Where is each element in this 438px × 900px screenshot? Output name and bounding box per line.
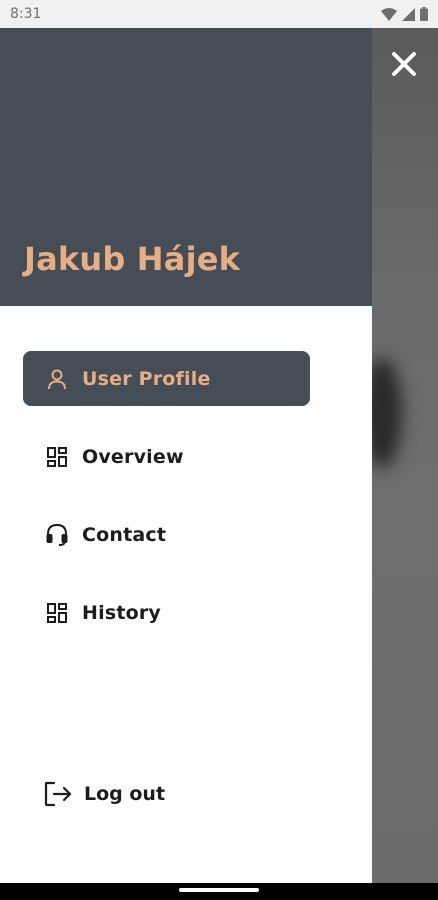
drawer-scrim[interactable] <box>372 28 438 883</box>
battery-icon <box>420 7 428 21</box>
status-icons <box>381 7 428 21</box>
close-icon <box>392 52 416 76</box>
dashboard-icon <box>47 602 67 623</box>
menu-item-label: History <box>82 601 162 624</box>
headset-icon <box>46 523 68 546</box>
menu-item-label: Overview <box>82 445 184 468</box>
menu-item-contact[interactable]: Contact <box>23 507 310 562</box>
menu-item-history[interactable]: History <box>23 585 310 640</box>
drawer-header: Jakub Hájek <box>0 28 372 306</box>
close-drawer-button[interactable] <box>384 44 424 84</box>
dashboard-icon <box>47 446 67 467</box>
cell-signal-icon <box>402 7 415 21</box>
menu-item-label: User Profile <box>82 367 211 390</box>
status-bar: 8:31 <box>0 0 438 28</box>
logout-button[interactable]: Log out <box>23 766 310 821</box>
status-time: 8:31 <box>10 6 42 22</box>
menu-item-user-profile[interactable]: User Profile <box>23 351 310 406</box>
wifi-icon <box>381 7 397 21</box>
logout-label: Log out <box>84 782 166 805</box>
menu-item-label: Contact <box>82 523 167 546</box>
backdrop-blurred-content <box>372 358 402 468</box>
home-handle[interactable] <box>179 888 259 892</box>
user-name: Jakub Hájek <box>24 240 241 278</box>
person-icon <box>48 369 66 389</box>
logout-icon <box>44 781 72 806</box>
menu-item-overview[interactable]: Overview <box>23 429 310 484</box>
system-nav-bar <box>0 883 438 900</box>
